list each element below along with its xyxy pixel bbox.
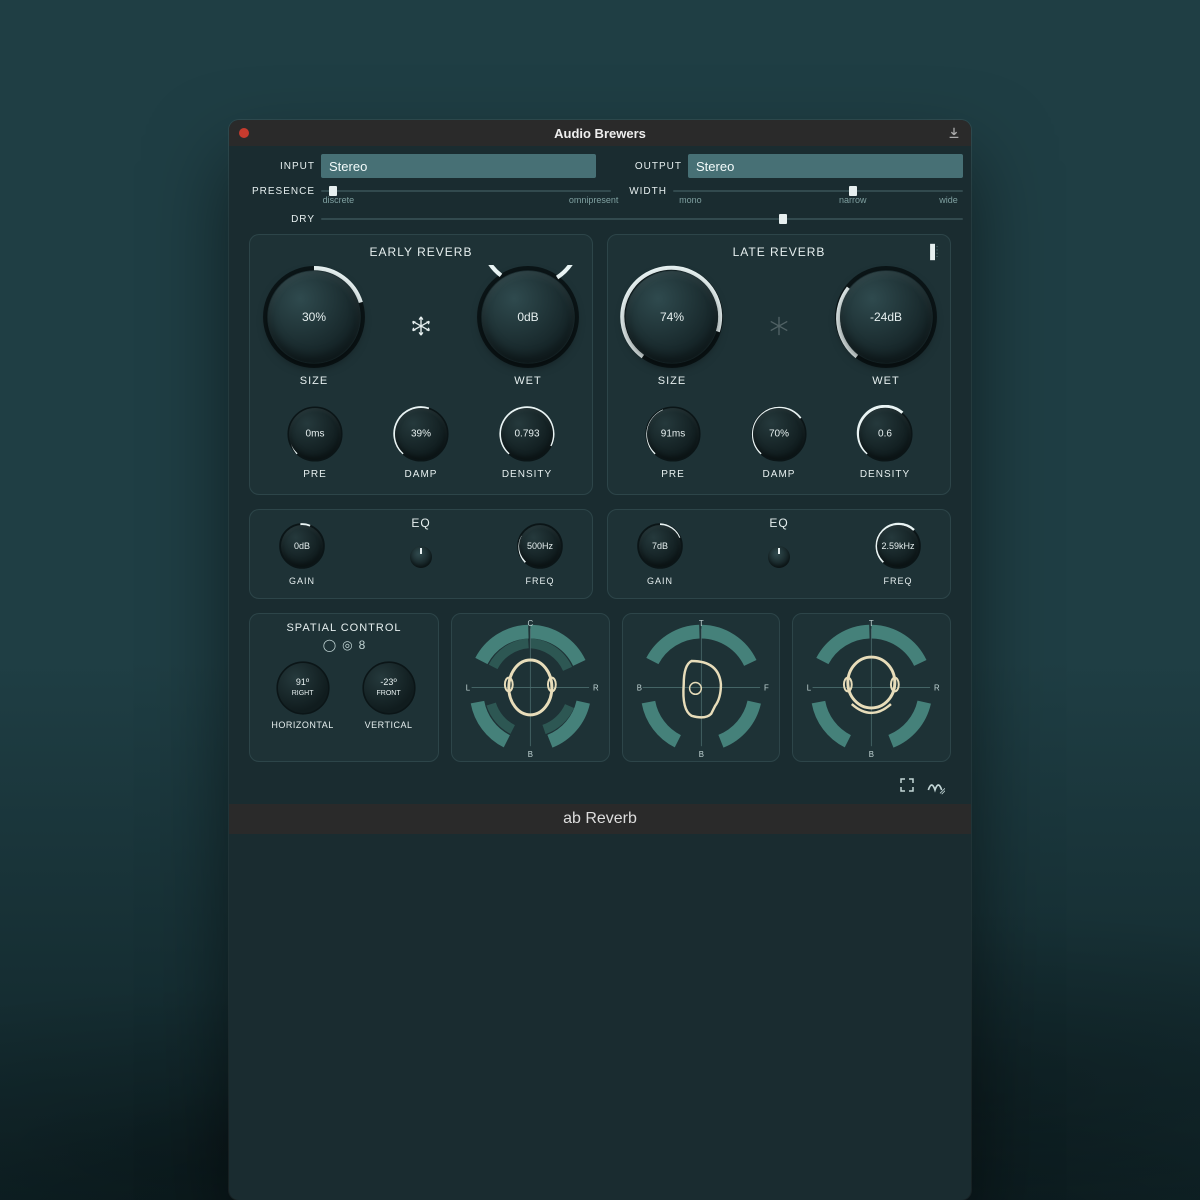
svg-text:L: L [466,683,471,692]
late-eq-title: EQ [769,516,788,530]
window-title: Audio Brewers [554,126,646,141]
early-eq-type-knob[interactable] [406,546,436,576]
svg-text:B: B [869,750,874,759]
width-slider[interactable]: mono narrow wide [673,184,963,198]
late-density-knob[interactable]: 0.6 [856,405,914,463]
product-name-bar: ab Reverb [229,804,971,834]
spatial-mode-icons[interactable]: ◯ ◎ 8 [258,638,430,652]
output-label: OUTPUT [604,161,682,172]
viz-front-panel[interactable]: T L R B [792,613,951,762]
dry-slider[interactable] [321,212,963,226]
late-wet-knob[interactable]: -24dB [834,265,938,369]
viz-top-panel[interactable]: C L R B [451,613,610,762]
early-damp-knob[interactable]: 39% [392,405,450,463]
download-icon[interactable] [947,126,961,140]
early-density-knob[interactable]: 0.793 [498,405,556,463]
early-title: EARLY REVERB [262,245,580,259]
late-eq-gain-knob[interactable]: 7dB [636,522,684,570]
fullscreen-icon[interactable] [899,777,915,793]
early-eq-panel: EQ 0dB GAIN 500Hz [249,509,593,599]
svg-text:R: R [934,683,940,692]
svg-text:C: C [528,619,534,628]
early-eq-title: EQ [411,516,430,530]
early-freeze-button[interactable] [407,312,435,340]
late-freeze-button[interactable] [765,312,793,340]
late-eq-type-knob[interactable] [764,546,794,576]
svg-text:T: T [699,619,704,628]
viz-side-panel[interactable]: T B F B [622,613,781,762]
spatial-title: SPATIAL CONTROL [258,622,430,634]
vertical-knob[interactable]: -23ºFRONT [361,660,417,716]
svg-text:R: R [593,683,599,692]
close-button[interactable] [239,128,249,138]
early-pre-knob[interactable]: 0ms [286,405,344,463]
early-size-knob[interactable]: 30% [262,265,366,369]
titlebar: Audio Brewers [229,120,971,146]
early-reverb-panel: EARLY REVERB 30% SIZE [249,234,593,495]
late-size-knob[interactable]: 74% [620,265,724,369]
late-reverb-panel: LATE REVERB 74% SIZE [607,234,951,495]
late-title: LATE REVERB [620,245,938,259]
mode-circle-icon: ◯ [323,638,336,652]
late-damp-knob[interactable]: 70% [750,405,808,463]
plugin-window: Audio Brewers INPUT Stereo OUTPUT Stereo… [229,120,971,1200]
presence-label: PRESENCE [237,186,315,197]
mode-eight-icon: 8 [359,638,366,652]
early-eq-freq-knob[interactable]: 500Hz [516,522,564,570]
late-pre-knob[interactable]: 91ms [644,405,702,463]
output-select[interactable]: Stereo [688,154,963,178]
svg-text:B: B [636,683,641,692]
content: INPUT Stereo OUTPUT Stereo PRESENCE disc… [229,146,971,804]
spatial-control-panel: SPATIAL CONTROL ◯◎8 91ºRIGHT HORIZONTAL [249,613,439,762]
brand-logo-icon [925,775,945,795]
svg-text:F: F [764,683,769,692]
mode-stereo-icon: ◎ [342,638,352,652]
horizontal-knob[interactable]: 91ºRIGHT [275,660,331,716]
early-eq-gain-knob[interactable]: 0dB [278,522,326,570]
input-select[interactable]: Stereo [321,154,596,178]
late-eq-freq-knob[interactable]: 2.59kHz [874,522,922,570]
footer-bar [237,768,963,798]
input-label: INPUT [237,161,315,172]
width-label: WIDTH [617,186,667,197]
svg-text:B: B [528,750,533,759]
svg-text:T: T [869,619,874,628]
presence-slider[interactable]: discrete omnipresent [321,184,611,198]
dry-label: DRY [237,214,315,225]
svg-text:L: L [807,683,812,692]
late-eq-panel: EQ 7dB GAIN 2.59kHz [607,509,951,599]
link-indicator-icon[interactable] [928,243,942,261]
svg-text:B: B [698,750,703,759]
early-wet-knob[interactable]: 0dB [476,265,580,369]
